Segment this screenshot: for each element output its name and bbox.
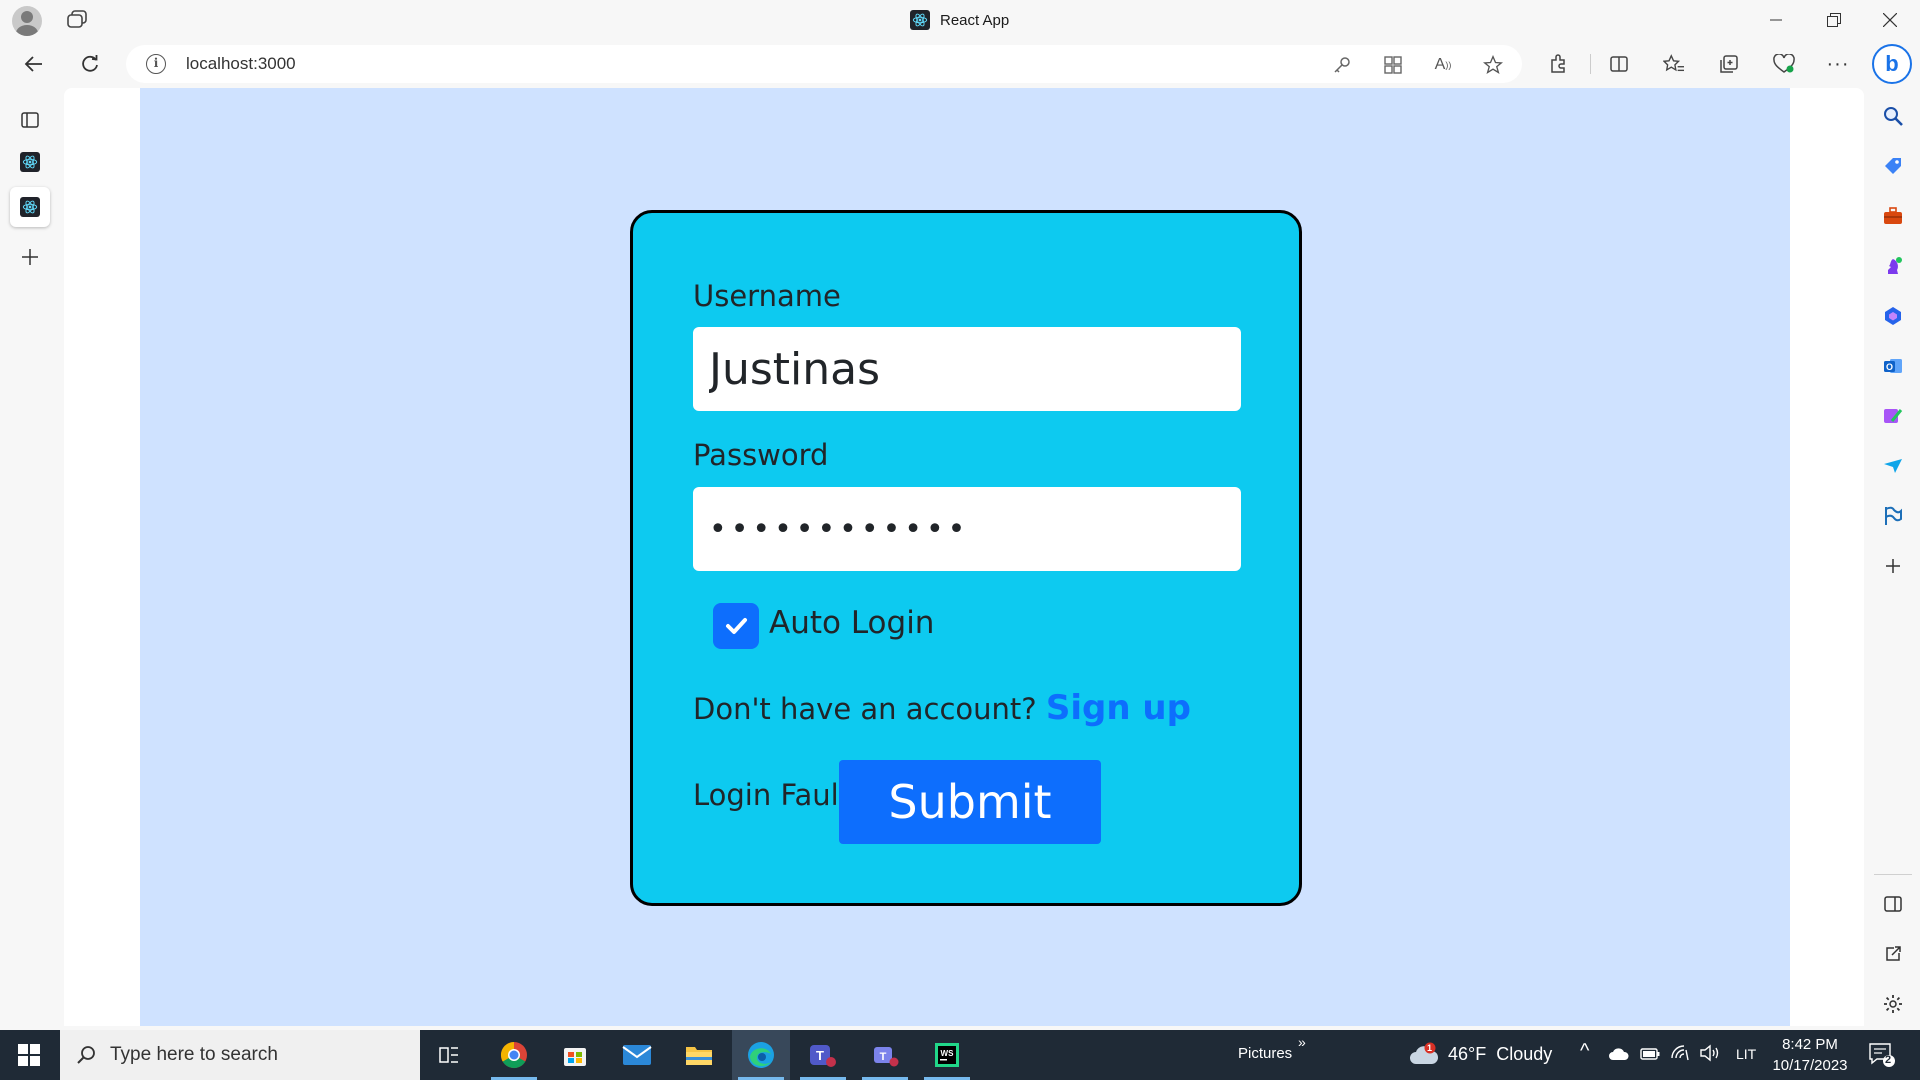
search-icon [77, 1046, 95, 1064]
refresh-button[interactable] [74, 48, 106, 80]
designer-icon[interactable] [1879, 402, 1907, 430]
signup-prompt: Don't have an account? [693, 692, 1037, 726]
input-language-indicator[interactable]: LIT [1736, 1046, 1756, 1062]
chevron-right-icon[interactable]: » [1298, 1034, 1306, 1050]
tab-actions-menu-icon[interactable] [10, 100, 50, 140]
teams-icon[interactable]: T [794, 1030, 852, 1080]
mail-icon[interactable] [608, 1030, 666, 1080]
pictures-toolbar[interactable]: Pictures [1238, 1045, 1292, 1062]
svg-text:WS: WS [941, 1049, 955, 1058]
toolbar-divider [1590, 54, 1591, 74]
add-sidebar-app-icon[interactable] [1879, 552, 1907, 580]
search-placeholder: Type here to search [110, 1044, 278, 1065]
react-logo-icon [910, 10, 930, 30]
search-icon[interactable] [1879, 102, 1907, 130]
auto-login-checkbox[interactable] [713, 603, 759, 649]
key-icon[interactable] [1328, 51, 1356, 79]
onedrive-cloud-icon[interactable] [1608, 1047, 1630, 1066]
notification-center-icon[interactable]: 2 [1868, 1042, 1896, 1073]
login-card: Username Password Auto Login Don't have … [630, 210, 1302, 906]
app-available-icon[interactable] [1379, 51, 1407, 79]
settings-more-icon[interactable]: ··· [1822, 48, 1854, 80]
windows-logo-icon [18, 1044, 40, 1066]
svg-text:T: T [880, 1051, 887, 1063]
read-aloud-icon[interactable]: A)) [1429, 51, 1457, 79]
shopping-tag-icon[interactable] [1879, 152, 1907, 180]
edge-sidebar: O [1866, 88, 1920, 1030]
app-background: Username Password Auto Login Don't have … [140, 88, 1790, 1026]
chrome-icon[interactable] [485, 1030, 543, 1080]
checkmark-icon [726, 618, 747, 634]
weather-text[interactable]: 46°F Cloudy [1448, 1044, 1552, 1065]
page-viewport: Username Password Auto Login Don't have … [64, 88, 1864, 1026]
microsoft-365-icon[interactable] [1879, 302, 1907, 330]
react-favicon-icon [20, 197, 40, 217]
back-button[interactable] [18, 48, 50, 80]
browser-essentials-icon[interactable] [1768, 48, 1800, 80]
url-text: localhost:3000 [186, 54, 296, 73]
microsoft-store-icon[interactable] [546, 1030, 604, 1080]
minimize-button[interactable] [1748, 0, 1804, 40]
wifi-icon[interactable] [1670, 1044, 1690, 1067]
system-clock[interactable]: 8:42 PM 10/17/2023 [1764, 1034, 1856, 1076]
new-tab-icon[interactable] [10, 237, 50, 277]
window-title-text: React App [940, 11, 1010, 29]
copilot-icon[interactable]: b [1872, 44, 1912, 84]
file-explorer-icon[interactable] [670, 1030, 728, 1080]
svg-text:O: O [1886, 362, 1893, 372]
profile-avatar[interactable] [12, 6, 42, 36]
windows-taskbar: Type here to search T T WS Pictures » 1 … [0, 1030, 1920, 1080]
battery-icon[interactable] [1640, 1047, 1660, 1066]
login-fault-message: Login Fault [693, 778, 851, 812]
open-external-icon[interactable] [1879, 940, 1907, 968]
edge-browser-icon[interactable] [732, 1030, 790, 1080]
hide-sidebar-icon[interactable] [1879, 890, 1907, 918]
task-view-icon[interactable] [420, 1030, 478, 1080]
username-label: Username [693, 279, 841, 313]
tab-actions-icon[interactable] [66, 10, 88, 30]
volume-icon[interactable] [1699, 1044, 1721, 1067]
signup-row: Don't have an account? Sign up [693, 688, 1191, 728]
tab-react-app-1[interactable] [10, 142, 50, 182]
split-screen-icon[interactable] [1603, 48, 1635, 80]
svg-text:T: T [816, 1048, 824, 1063]
clock-time: 8:42 PM [1782, 1036, 1838, 1053]
drop-send-icon[interactable] [1879, 452, 1907, 480]
webstorm-icon[interactable]: WS [918, 1030, 976, 1080]
window-title: React App [910, 9, 1009, 31]
teams-chat-icon[interactable]: T [856, 1030, 914, 1080]
weather-cloud-icon[interactable]: 1 [1408, 1042, 1440, 1073]
tab-react-app-2[interactable] [10, 187, 50, 227]
tools-toolbox-icon[interactable] [1879, 202, 1907, 230]
password-input[interactable] [693, 487, 1241, 571]
taskbar-search-box[interactable]: Type here to search [60, 1030, 420, 1080]
feedback-flag-icon[interactable] [1879, 502, 1907, 530]
signup-link[interactable]: Sign up [1046, 688, 1191, 728]
vertical-tab-strip [0, 88, 62, 1030]
sidebar-settings-gear-icon[interactable] [1879, 990, 1907, 1018]
username-input[interactable] [693, 327, 1241, 411]
sidebar-divider [1874, 874, 1912, 875]
password-label: Password [693, 438, 829, 472]
outlook-icon[interactable]: O [1879, 352, 1907, 380]
weather-badge: 1 [1427, 1043, 1433, 1053]
favorites-icon[interactable] [1658, 48, 1690, 80]
restore-button[interactable] [1806, 0, 1862, 40]
close-button[interactable] [1862, 0, 1918, 40]
chevron-up-icon[interactable]: ^ [1580, 1040, 1589, 1063]
title-bar: React App [0, 0, 1920, 40]
address-bar[interactable]: i localhost:3000 A)) [126, 45, 1522, 83]
submit-button[interactable]: Submit [839, 760, 1101, 844]
auto-login-label[interactable]: Auto Login [769, 605, 934, 641]
favorite-star-icon[interactable] [1479, 51, 1507, 79]
clock-date: 10/17/2023 [1772, 1057, 1848, 1074]
start-button[interactable] [0, 1030, 58, 1080]
notification-count: 2 [1885, 1054, 1892, 1066]
collections-icon[interactable] [1713, 48, 1745, 80]
site-info-icon[interactable]: i [146, 54, 166, 74]
games-chess-icon[interactable] [1879, 252, 1907, 280]
react-favicon-icon [20, 152, 40, 172]
extensions-icon[interactable] [1542, 48, 1574, 80]
navigation-bar: i localhost:3000 A)) ··· b [0, 40, 1920, 88]
